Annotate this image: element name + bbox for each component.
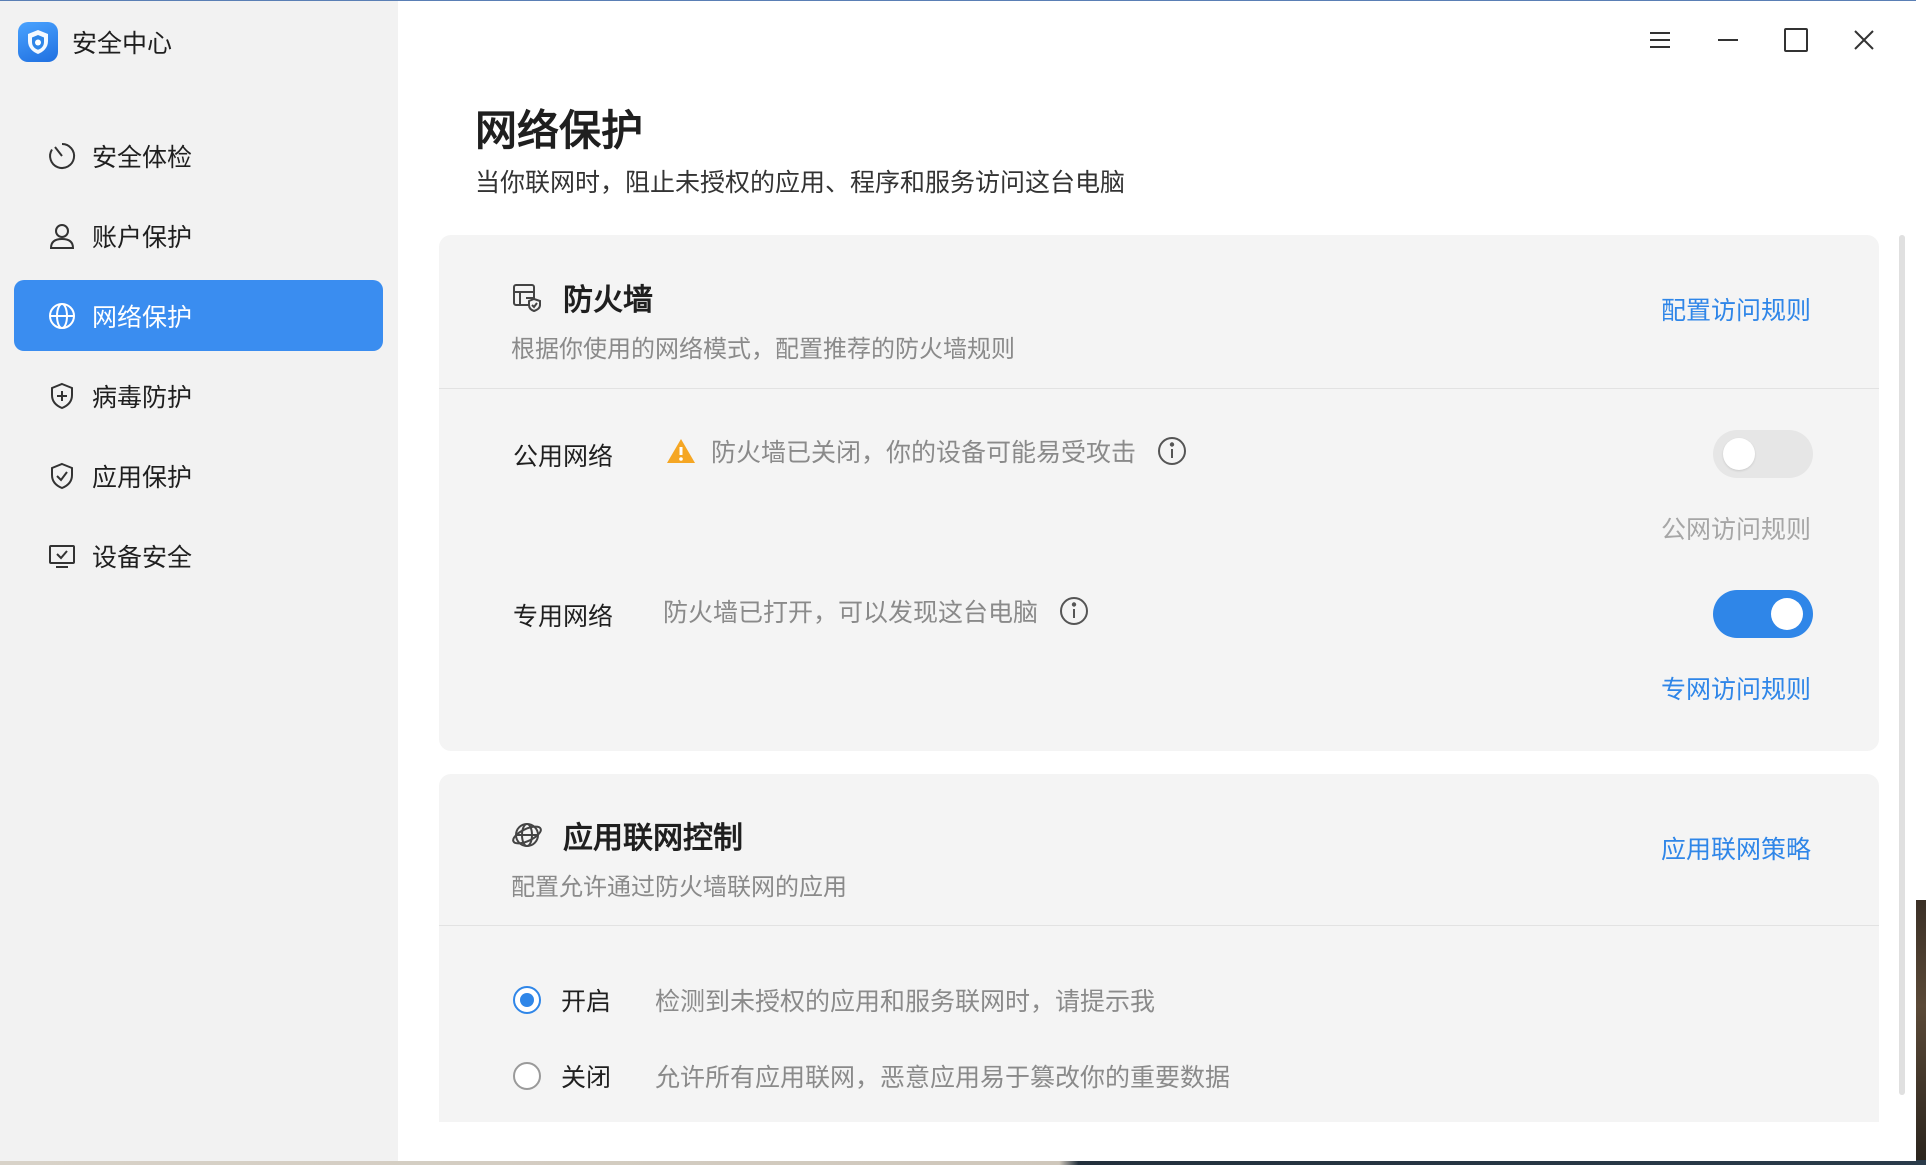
sidebar-item-label: 安全体检 <box>92 142 193 172</box>
sidebar-item-app-protection[interactable]: 应用保护 <box>14 440 383 511</box>
radio-option-off[interactable]: 关闭 允许所有应用联网，恶意应用易于篡改你的重要数据 <box>513 1058 1230 1094</box>
configure-access-rules-link[interactable]: 配置访问规则 <box>1661 291 1811 327</box>
radio-description: 检测到未授权的应用和服务联网时，请提示我 <box>655 987 1156 1016</box>
globe-icon <box>46 300 78 332</box>
sidebar-nav: 安全体检 账户保护 网络保护 病毒防护 应用保护 设备安全 <box>14 120 383 600</box>
firewall-description: 根据你使用的网络模式，配置推荐的防火墙规则 <box>511 335 1015 363</box>
monitor-check-icon <box>46 540 78 572</box>
radio-description: 允许所有应用联网，恶意应用易于篡改你的重要数据 <box>655 1063 1231 1092</box>
sidebar-item-label: 设备安全 <box>92 542 193 572</box>
radio-button[interactable] <box>513 1062 541 1090</box>
info-icon[interactable] <box>1156 435 1188 467</box>
private-network-toggle[interactable] <box>1713 590 1813 638</box>
app-control-title: 应用联网控制 <box>563 821 743 856</box>
scrollbar[interactable] <box>1899 235 1905 1095</box>
public-network-toggle[interactable] <box>1713 430 1813 478</box>
app-network-policy-link[interactable]: 应用联网策略 <box>1661 830 1811 866</box>
sidebar-item-label: 网络保护 <box>92 302 193 332</box>
firewall-icon <box>511 281 543 313</box>
app-header: 安全中心 <box>18 21 172 63</box>
public-network-rules-link[interactable]: 公网访问规则 <box>1661 510 1811 546</box>
public-network-status: 防火墙已关闭，你的设备可能易受攻击 <box>665 433 1188 469</box>
sidebar-item-label: 应用保护 <box>92 462 193 492</box>
firewall-title: 防火墙 <box>563 283 653 318</box>
private-network-rules-link[interactable]: 专网访问规则 <box>1661 670 1811 706</box>
divider <box>439 925 1879 926</box>
firewall-card-header: 防火墙 <box>511 275 653 319</box>
app-title: 安全中心 <box>72 29 173 58</box>
private-network-label: 专用网络 <box>513 602 614 631</box>
scrollbar-thumb[interactable] <box>1899 235 1905 1095</box>
private-network-status-text: 防火墙已打开，可以发现这台电脑 <box>663 598 1039 627</box>
maximize-icon[interactable] <box>1762 19 1830 61</box>
private-network-status: 防火墙已打开，可以发现这台电脑 <box>663 593 1090 629</box>
public-network-status-text: 防火墙已关闭，你的设备可能易受攻击 <box>711 438 1137 467</box>
radio-label: 开启 <box>561 987 612 1016</box>
radio-button[interactable] <box>513 986 541 1014</box>
shield-check-icon <box>46 460 78 492</box>
radio-option-on[interactable]: 开启 检测到未授权的应用和服务联网时，请提示我 <box>513 982 1155 1018</box>
sidebar: 安全中心 安全体检 账户保护 网络保护 病毒防护 应用保护 设备安全 <box>0 1 398 1161</box>
page-subtitle: 当你联网时，阻止未授权的应用、程序和服务访问这台电脑 <box>475 168 1126 197</box>
divider <box>439 388 1879 389</box>
firewall-card: 防火墙 根据你使用的网络模式，配置推荐的防火墙规则 配置访问规则 公用网络 防火… <box>439 235 1879 751</box>
radio-label: 关闭 <box>561 1063 612 1092</box>
menu-icon[interactable] <box>1626 19 1694 61</box>
scan-icon <box>46 140 78 172</box>
app-network-control-card: 应用联网控制 配置允许通过防火墙联网的应用 应用联网策略 开启 检测到未授权的应… <box>439 774 1879 1122</box>
toggle-knob <box>1771 598 1803 630</box>
app-control-card-header: 应用联网控制 <box>511 813 743 857</box>
sidebar-item-security-check[interactable]: 安全体检 <box>14 120 383 191</box>
sidebar-item-account-protection[interactable]: 账户保护 <box>14 200 383 271</box>
close-icon[interactable] <box>1830 19 1898 61</box>
network-globe-icon <box>511 819 543 851</box>
minimize-icon[interactable] <box>1694 19 1762 61</box>
window-controls <box>1626 19 1898 61</box>
user-icon <box>46 220 78 252</box>
sidebar-item-virus-protection[interactable]: 病毒防护 <box>14 360 383 431</box>
sidebar-item-label: 病毒防护 <box>92 382 193 412</box>
info-icon[interactable] <box>1058 595 1090 627</box>
sidebar-item-label: 账户保护 <box>92 222 193 252</box>
security-center-window: 安全中心 安全体检 账户保护 网络保护 病毒防护 应用保护 设备安全 网络保护 … <box>0 0 1916 1161</box>
sidebar-item-network-protection[interactable]: 网络保护 <box>14 280 383 351</box>
warning-icon <box>665 435 697 467</box>
app-control-description: 配置允许通过防火墙联网的应用 <box>511 873 847 901</box>
page-title: 网络保护 <box>475 106 644 155</box>
toggle-knob <box>1723 438 1755 470</box>
public-network-label: 公用网络 <box>513 442 614 471</box>
sidebar-item-device-security[interactable]: 设备安全 <box>14 520 383 591</box>
shield-plus-icon <box>46 380 78 412</box>
app-logo-icon <box>18 22 58 62</box>
